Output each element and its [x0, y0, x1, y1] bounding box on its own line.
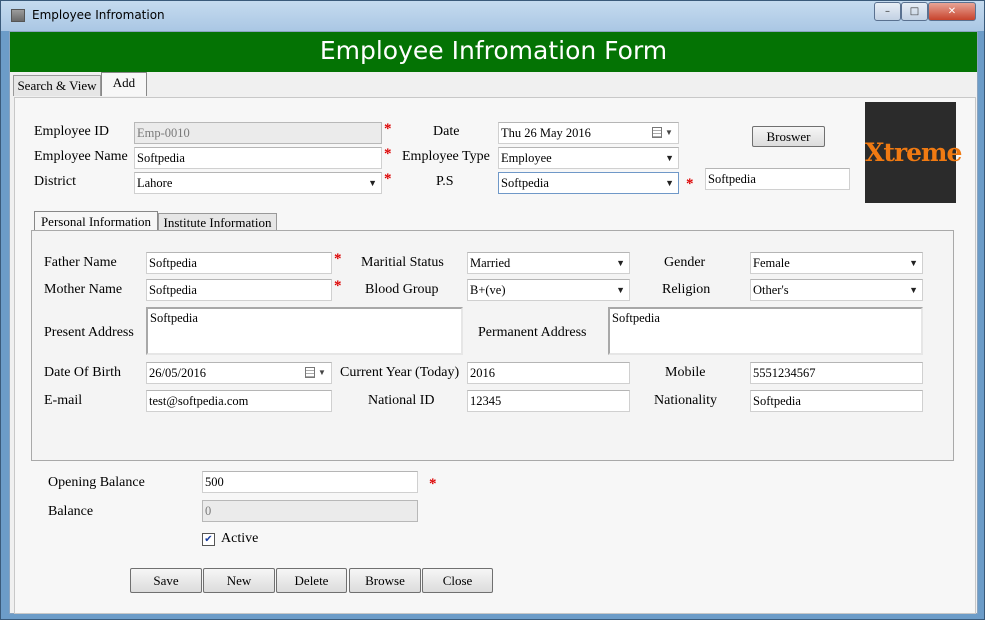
chevron-down-icon[interactable]: ▼ — [665, 148, 674, 168]
father-name-field[interactable]: Softpedia — [146, 252, 332, 274]
date-of-birth-picker[interactable]: 26/05/2016 ▼ — [146, 362, 332, 384]
present-address-label: Present Address — [44, 325, 134, 340]
required-mark: * — [384, 146, 392, 162]
chevron-down-icon[interactable]: ▼ — [368, 173, 377, 193]
required-mark: * — [686, 176, 694, 192]
balance-field[interactable]: 0 — [202, 500, 418, 522]
district-value: Lahore — [137, 176, 173, 190]
chevron-down-icon[interactable]: ▼ — [909, 280, 918, 300]
close-window-button[interactable]: ✕ — [928, 2, 976, 21]
current-year-field[interactable]: 2016 — [467, 362, 630, 384]
new-button[interactable]: New — [203, 568, 275, 593]
present-address-field[interactable] — [146, 307, 463, 355]
employee-id-field[interactable]: Emp-0010 — [134, 122, 382, 144]
maximize-button[interactable]: □ — [901, 2, 928, 21]
district-label: District — [34, 174, 76, 189]
browser-button[interactable]: Broswer — [752, 126, 825, 147]
opening-balance-label: Opening Balance — [48, 475, 145, 490]
national-id-field[interactable]: 12345 — [467, 390, 630, 412]
current-year-label: Current Year (Today) — [340, 365, 460, 380]
active-label: Active — [221, 531, 259, 546]
religion-value: Other's — [753, 283, 789, 297]
logo-text: Xtreme — [865, 138, 962, 167]
required-mark: * — [384, 121, 392, 137]
date-label: Date — [433, 124, 460, 139]
close-button[interactable]: Close — [422, 568, 493, 593]
chevron-down-icon[interactable]: ▼ — [616, 280, 625, 300]
employee-type-label: Employee Type — [402, 149, 490, 164]
active-checkbox[interactable]: ✔ — [202, 533, 215, 546]
ps-value: Softpedia — [501, 176, 549, 190]
required-mark: * — [384, 171, 392, 187]
date-value: Thu 26 May 2016 — [501, 126, 591, 140]
marital-status-label: Maritial Status — [361, 255, 444, 270]
tab-search-view[interactable]: Search & View — [13, 75, 101, 96]
blood-group-select[interactable]: B+(ve) ▼ — [467, 279, 630, 301]
blood-group-value: B+(ve) — [470, 283, 506, 297]
chevron-down-icon[interactable]: ▼ — [665, 173, 674, 193]
balance-label: Balance — [48, 504, 94, 519]
client-area: Employee Infromation Form Search & View … — [9, 31, 978, 614]
mobile-label: Mobile — [665, 365, 706, 380]
nationality-label: Nationality — [654, 393, 717, 408]
calendar-icon[interactable]: ▼ — [305, 367, 327, 380]
browse-button[interactable]: Browse — [349, 568, 421, 593]
district-select[interactable]: Lahore ▼ — [134, 172, 382, 194]
required-mark: * — [334, 251, 342, 267]
nationality-field[interactable]: Softpedia — [750, 390, 923, 412]
chevron-down-icon[interactable]: ▼ — [616, 253, 625, 273]
employee-type-select[interactable]: Employee ▼ — [498, 147, 679, 169]
personal-information-panel: Father Name Softpedia * Mother Name Soft… — [31, 230, 954, 461]
required-mark: * — [334, 278, 342, 294]
employee-name-field[interactable]: Softpedia — [134, 147, 382, 169]
email-label: E-mail — [44, 393, 83, 408]
app-icon — [11, 9, 25, 22]
tab-add[interactable]: Add — [101, 72, 147, 96]
ps-select[interactable]: Softpedia ▼ — [498, 172, 679, 194]
form-header: Employee Infromation Form — [10, 32, 977, 72]
marital-status-value: Married — [470, 256, 511, 270]
mobile-field[interactable]: 5551234567 — [750, 362, 923, 384]
date-of-birth-value: 26/05/2016 — [149, 366, 206, 380]
delete-button[interactable]: Delete — [276, 568, 347, 593]
application-window: Employee Infromation – □ ✕ Employee Infr… — [0, 0, 985, 620]
chevron-down-icon[interactable]: ▼ — [909, 253, 918, 273]
window-title: Employee Infromation — [32, 8, 165, 22]
opening-balance-field[interactable]: 500 — [202, 471, 418, 493]
save-button[interactable]: Save — [130, 568, 202, 593]
father-name-label: Father Name — [44, 255, 117, 270]
gender-value: Female — [753, 256, 790, 270]
mother-name-field[interactable]: Softpedia — [146, 279, 332, 301]
calendar-icon[interactable]: ▼ — [652, 127, 674, 140]
date-of-birth-label: Date Of Birth — [44, 365, 121, 380]
permanent-address-label: Permanent Address — [478, 325, 587, 340]
permanent-address-field[interactable] — [608, 307, 923, 355]
religion-select[interactable]: Other's ▼ — [750, 279, 923, 301]
email-field[interactable]: test@softpedia.com — [146, 390, 332, 412]
gender-label: Gender — [664, 255, 706, 270]
marital-status-select[interactable]: Married ▼ — [467, 252, 630, 274]
ps-text-field[interactable]: Softpedia — [705, 168, 850, 190]
blood-group-label: Blood Group — [365, 282, 439, 297]
required-mark: * — [429, 476, 437, 492]
form-title: Employee Infromation Form — [319, 36, 668, 65]
employee-type-value: Employee — [501, 151, 552, 165]
logo-image: Xtreme — [865, 102, 962, 203]
national-id-label: National ID — [368, 393, 435, 408]
minimize-button[interactable]: – — [874, 2, 901, 21]
gender-select[interactable]: Female ▼ — [750, 252, 923, 274]
religion-label: Religion — [662, 282, 711, 297]
title-bar[interactable]: Employee Infromation – □ ✕ — [1, 1, 984, 31]
employee-id-label: Employee ID — [34, 124, 110, 139]
mother-name-label: Mother Name — [44, 282, 123, 297]
employee-name-label: Employee Name — [34, 149, 128, 164]
date-picker[interactable]: Thu 26 May 2016 ▼ — [498, 122, 679, 144]
ps-label: P.S — [436, 174, 454, 189]
